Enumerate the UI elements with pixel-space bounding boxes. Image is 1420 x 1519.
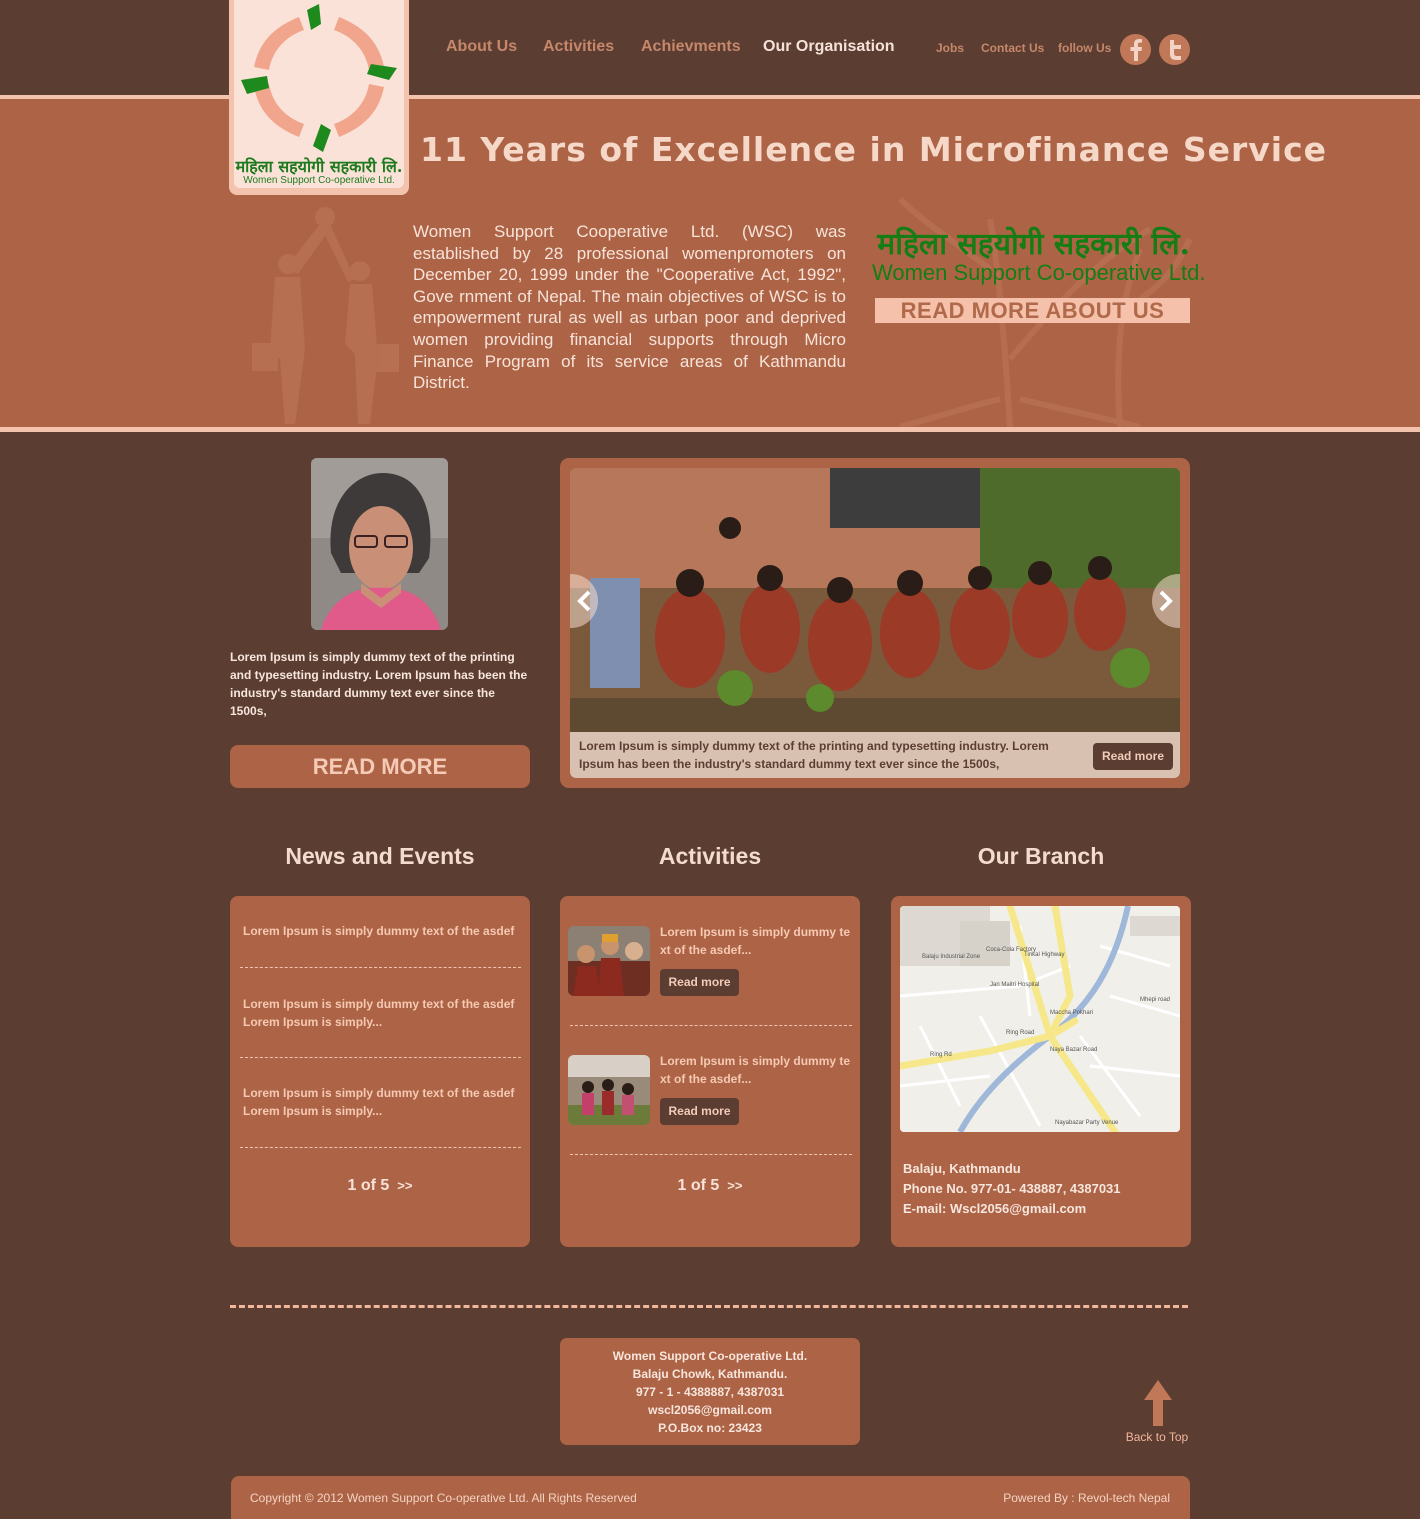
divider: [240, 1057, 521, 1058]
map-label: Naya Bazar Road: [1050, 1047, 1097, 1053]
nav-activities[interactable]: Activities: [543, 38, 614, 56]
news-section-title: News and Events: [285, 843, 475, 869]
logo-nepali-name: महिला सहयोगी सहकारी लि.: [235, 157, 403, 176]
news-item[interactable]: Lorem Ipsum is simply dummy text of the …: [243, 995, 521, 1031]
activity-thumbnail[interactable]: [568, 1055, 650, 1125]
map-label: Nayabazar Party Venue: [1055, 1120, 1119, 1126]
news-item[interactable]: Lorem Ipsum is simply dummy text of the …: [243, 1084, 521, 1120]
read-more-button[interactable]: READ MORE: [230, 745, 530, 788]
map-label: Balaju Industrial Zone: [922, 954, 981, 960]
activity-read-more-button[interactable]: Read more: [660, 1098, 739, 1125]
branch-info: Balaju, Kathmandu Phone No. 977-01- 4388…: [903, 1159, 1183, 1219]
map-label: Ring Road: [1006, 1030, 1034, 1036]
branch-address: Balaju, Kathmandu: [903, 1161, 1021, 1176]
branch-phone: Phone No. 977-01- 438887, 4387031: [903, 1181, 1121, 1196]
facebook-icon[interactable]: [1120, 34, 1151, 65]
news-item[interactable]: Lorem Ipsum is simply dummy text of the …: [243, 922, 521, 940]
nav-jobs[interactable]: Jobs: [936, 41, 964, 55]
slider-read-more-button[interactable]: Read more: [1093, 743, 1173, 770]
nav-about-us[interactable]: About Us: [446, 38, 517, 56]
footer-email[interactable]: wscl2056@gmail.com: [560, 1401, 860, 1419]
map-label: Tinkal Highway: [1024, 952, 1064, 958]
footer-divider: [230, 1305, 1188, 1308]
branch-map[interactable]: Balaju Industrial Zone Coca-Cola Factory…: [900, 906, 1180, 1132]
arrow-up-icon[interactable]: [1144, 1380, 1172, 1426]
footer-po-box: P.O.Box no: 23423: [658, 1421, 762, 1435]
hero-english-name: Women Support Co-operative Ltd.: [872, 260, 1206, 285]
map-label: Maccha Pokhari: [1050, 1010, 1093, 1016]
back-to-top-link[interactable]: Back to Top: [1120, 1430, 1194, 1444]
profile-text: Lorem Ipsum is simply dummy text of the …: [230, 650, 528, 718]
nav-achievements[interactable]: Achievments: [641, 38, 741, 56]
divider: [570, 1154, 852, 1155]
news-pager: 1 of 5 >>: [230, 1177, 530, 1195]
divider: [570, 1025, 852, 1026]
divider: [0, 427, 1420, 432]
activity-text: Lorem Ipsum is simply dummy text of the …: [660, 1054, 851, 1086]
footer-phone: 977 - 1 - 4388887, 4387031: [635, 1385, 785, 1399]
footer-address: Balaju Chowk, Kathmandu.: [632, 1367, 788, 1381]
read-more-about-us-button[interactable]: READ MORE ABOUT US: [875, 298, 1190, 323]
activity-text: Lorem Ipsum is simply dummy text of the …: [660, 925, 851, 957]
copyright-text: Copyright © 2012 Women Support Co-operat…: [250, 1491, 637, 1505]
branch-section-title: Our Branch: [977, 843, 1105, 869]
nav-contact-us[interactable]: Contact Us: [981, 41, 1044, 55]
activity-read-more-button[interactable]: Read more: [660, 969, 739, 996]
footer-org-name: Women Support Co-operative Ltd.: [612, 1349, 808, 1363]
profile-photo: [311, 458, 448, 630]
nav-follow-us: follow Us: [1058, 41, 1112, 55]
logo-english-name: Women Support Co-operative Ltd.: [243, 175, 395, 186]
footer-contact-box: Women Support Co-operative Ltd. Balaju C…: [560, 1338, 860, 1445]
map-label: Ring Rd: [930, 1052, 952, 1058]
activity-thumbnail[interactable]: [568, 926, 650, 996]
branch-email[interactable]: E-mail: Wscl2056@gmail.com: [903, 1199, 1183, 1219]
hero-title: 11 Years of Excellence in Microfinance S…: [420, 130, 1328, 169]
activities-pager: 1 of 5 >>: [560, 1177, 860, 1195]
news-next-link[interactable]: >>: [397, 1178, 412, 1193]
slider-caption: Lorem Ipsum is simply dummy text of the …: [579, 739, 1049, 771]
divider: [240, 1147, 521, 1148]
activities-section-title: Activities: [658, 843, 762, 869]
map-label: Jan Maitri Hospital: [990, 982, 1039, 988]
powered-by-text[interactable]: Powered By : Revol-tech Nepal: [1003, 1491, 1170, 1505]
divider: [240, 967, 521, 968]
news-page-indicator: 1 of 5: [347, 1177, 390, 1194]
logo-hands-icon: [241, 4, 397, 152]
map-label: Mhepi road: [1140, 997, 1170, 1003]
activities-next-link[interactable]: >>: [727, 1178, 742, 1193]
hero-description: Women Support Cooperative Ltd. (WSC) was…: [413, 222, 846, 393]
activities-page-indicator: 1 of 5: [677, 1177, 720, 1194]
hero-nepali-name: महिला सहयोगी सहकारी लि.: [877, 227, 1190, 262]
twitter-icon[interactable]: [1159, 34, 1190, 65]
nav-our-organisation[interactable]: Our Organisation: [763, 38, 895, 56]
